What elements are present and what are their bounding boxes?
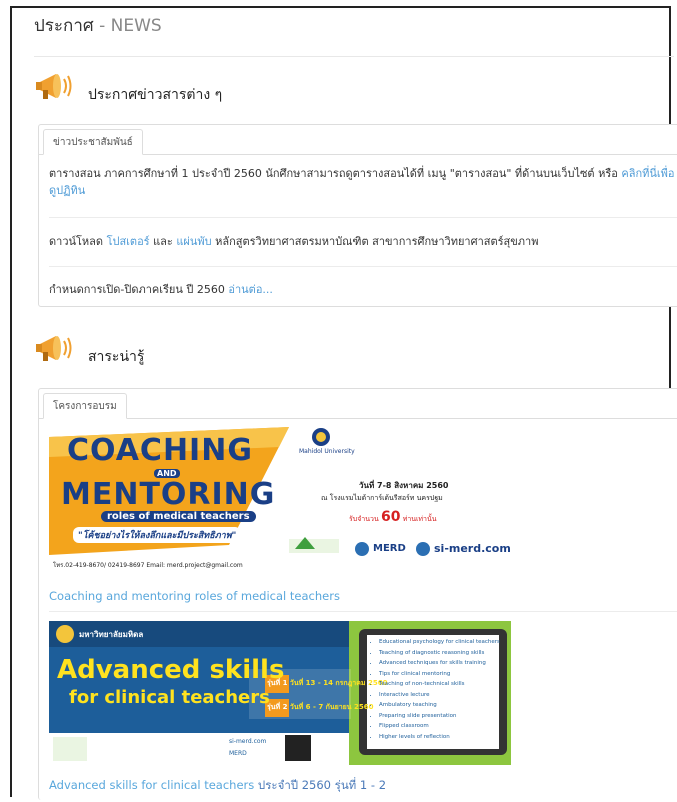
- coaching-org: Mahidol University: [299, 448, 355, 455]
- page-title: ประกาศ - NEWS: [34, 12, 162, 39]
- tab-news-pr[interactable]: ข่าวประชาสัมพันธ์: [43, 129, 143, 155]
- interesting-title: สาระน่ารู้: [88, 349, 145, 365]
- coaching-tagline: "โค้ชอย่างไรให้ลงลึกและมีประสิทธิภาพ": [73, 527, 242, 543]
- coaching-date: วันที่ 7-8 สิงหาคม 2560: [359, 481, 449, 490]
- coaching-site: si-merd.com: [434, 542, 511, 555]
- coaching-title-top: COACHING: [67, 433, 253, 468]
- round-2-label: รุ่นที่ 2: [267, 703, 288, 711]
- topic-item: Flipped classroom: [379, 721, 503, 732]
- topic-item: Advanced techniques for skills training: [379, 658, 503, 669]
- news-item-timetable: ตารางสอน ภาคการศึกษาที่ 1 ประจำปี 2560 น…: [49, 165, 677, 199]
- read-more-link[interactable]: อ่านต่อ...: [228, 283, 273, 296]
- advanced-caption-link[interactable]: Advanced skills for clinical teachers: [49, 778, 258, 792]
- megaphone-icon: [36, 336, 72, 361]
- topic-item: Higher levels of reflection: [379, 732, 503, 743]
- news-text: กำหนดการเปิด-ปิดภาคเรียน ปี 2560: [49, 283, 229, 296]
- title-divider: [34, 56, 674, 57]
- topic-item: Preparing slide presentation: [379, 711, 503, 722]
- topic-item: Teaching of diagnostic reasoning skills: [379, 648, 503, 659]
- coaching-venue: ณ โรงแรมไมด้าการ์เด้นรีสอร์ท นครปฐม: [321, 494, 443, 502]
- round-2-date: วันที่ 6 - 7 กันยายน 2560: [289, 703, 374, 711]
- page-title-th: ประกาศ: [34, 16, 94, 36]
- topic-item: Ambulatory teaching: [379, 700, 503, 711]
- brochure-link[interactable]: แผ่นพับ: [176, 235, 211, 248]
- news-item-semester: กำหนดการเปิด-ปิดภาคเรียน ปี 2560 อ่านต่อ…: [49, 281, 677, 298]
- row-divider: [49, 611, 677, 612]
- news-text: หลักสูตรวิทยาศาสตรมหาบัณฑิต สาขาการศึกษา…: [211, 235, 539, 248]
- coaching-banner[interactable]: COACHING AND MENTORING roles of medical …: [49, 427, 519, 577]
- advanced-skills-banner[interactable]: มหาวิทยาลัยมหิดล Advanced skills for cli…: [49, 621, 511, 765]
- training-panel: โครงการอบรม COACHING AND MENTORING roles…: [38, 388, 677, 800]
- coaching-title-bottom: MENTORING: [61, 477, 276, 512]
- interesting-header: สาระน่ารู้: [34, 332, 434, 372]
- topic-item: Tips for clinical mentoring: [379, 669, 503, 680]
- coaching-caption-link[interactable]: Coaching and mentoring roles of medical …: [49, 589, 340, 603]
- coaching-limit: รับจำนวน 60 ท่านเท่านั้น: [349, 509, 437, 525]
- coaching-subtitle: roles of medical teachers: [101, 511, 256, 522]
- round-1-label: รุ่นที่ 1: [267, 679, 288, 687]
- advanced-topics-list: Educational psychology for clinical teac…: [371, 637, 503, 742]
- page-title-sep: -: [93, 16, 111, 36]
- page-title-en: NEWS: [110, 16, 162, 36]
- news-text: ดาวน์โหลด: [49, 235, 107, 248]
- poster-link[interactable]: โปสเตอร์: [107, 235, 150, 248]
- advanced-merd: MERD: [229, 750, 247, 757]
- advanced-caption: Advanced skills for clinical teachers ปร…: [49, 777, 386, 795]
- topic-item: Educational psychology for clinical teac…: [379, 637, 503, 648]
- row-divider: [49, 217, 677, 218]
- advanced-uni: มหาวิทยาลัยมหิดล: [79, 630, 144, 639]
- coaching-merd: MERD: [373, 543, 406, 554]
- topic-item: Interactive lecture: [379, 690, 503, 701]
- megaphone-icon: [36, 74, 72, 99]
- advanced-round-2: รุ่นที่ 2 วันที่ 6 - 7 กันยายน 2560: [267, 702, 374, 713]
- announcements-header: ประกาศข่าวสารต่าง ๆ: [34, 70, 434, 110]
- coaching-limit-unit: ท่านเท่านั้น: [402, 515, 437, 523]
- advanced-site: si-merd.com: [229, 738, 267, 745]
- tab-training[interactable]: โครงการอบรม: [43, 393, 127, 419]
- coaching-limit-label: รับจำนวน: [349, 515, 379, 523]
- news-item-download: ดาวน์โหลด โปสเตอร์ และ แผ่นพับ หลักสูตรว…: [49, 233, 677, 250]
- tab-line: [39, 418, 677, 419]
- topic-item: Teaching of non-technical skills: [379, 679, 503, 690]
- announcements-title: ประกาศข่าวสารต่าง ๆ: [88, 87, 223, 103]
- advanced-title-2: for clinical teachers: [69, 687, 270, 708]
- coaching-contact: โทร.02-419-8670/ 02419-8697 Email: merd.…: [53, 562, 243, 569]
- row-divider: [49, 266, 677, 267]
- advanced-caption-th: ประจำปี 2560 รุ่นที่ 1 - 2: [257, 778, 387, 792]
- coaching-limit-number: 60: [380, 509, 401, 525]
- news-text: ตารางสอน ภาคการศึกษาที่ 1 ประจำปี 2560 น…: [49, 167, 622, 180]
- news-text: และ: [149, 235, 177, 248]
- announcements-panel: ข่าวประชาสัมพันธ์ ตารางสอน ภาคการศึกษาที…: [38, 124, 677, 307]
- advanced-title-1: Advanced skills: [57, 655, 285, 685]
- content-frame: ประกาศ - NEWS ประกาศข่าวสารต่าง ๆ ข่าวปร…: [10, 6, 677, 800]
